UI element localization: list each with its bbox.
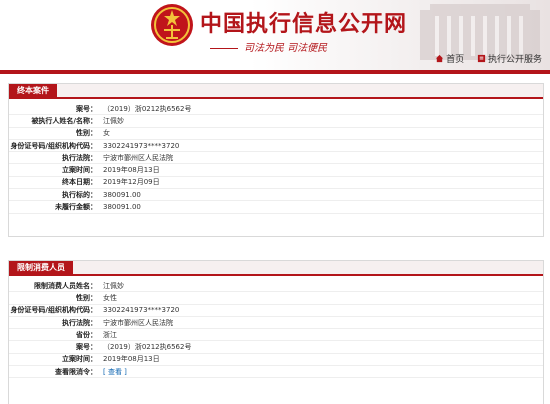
site-title: 中国执行信息公开网 [200,12,408,37]
home-link[interactable]: 首页 [435,52,464,65]
table-row: 执行法院： 宁波市鄞州区人民法院 [9,152,543,165]
field-label: 案号： [76,104,97,113]
exec-service-link[interactable]: 执行公开服务 [477,52,542,65]
home-icon [435,54,444,63]
closed-case-rows: 案号： （2019）浙0212执6562号 被执行人姓名/名称： 江佩妙 性别：女 … [9,103,543,214]
field-label: 执行法院： [62,318,97,327]
service-icon [477,54,486,63]
table-row: 身份证号码/组织机构代码： 3302241973****3720 [9,140,543,153]
table-row: 执行法院： 宁波市鄞州区人民法院 [9,317,543,330]
site-slogan: 司法为民 司法便民 [210,39,327,54]
closed-case-header: 终本案件 [9,84,543,99]
field-label: 终本日期： [62,178,97,187]
table-row: 执行标的： 380091.00 [9,189,543,202]
table-row: 案号： （2019）浙0212执6562号 [9,103,543,116]
field-value: 380091.00 [103,203,141,212]
field-label: 被执行人姓名/名称： [31,116,97,125]
field-value: 2019年08月13日 [103,355,160,364]
field-value: 2019年12月09日 [103,178,160,187]
field-label: 立案时间： [62,355,97,364]
field-value: 女 [103,129,110,138]
table-row: 案号： （2019）浙0212执6562号 [9,341,543,354]
field-label: 立案时间： [62,166,97,175]
field-value: （2019）浙0212执6562号 [103,343,192,352]
table-row: 限制消费人员姓名： 江佩妙 [9,280,543,293]
consumption-restriction-header: 限制消费人员 [9,261,543,276]
field-value: 江佩妙 [103,281,124,290]
field-value: 宁波市鄞州区人民法院 [103,153,173,162]
field-label: 省份： [76,330,97,339]
view-restriction-order-link[interactable]: [ 查看 ] [103,367,127,377]
exec-service-link-label: 执行公开服务 [487,55,542,65]
field-label: 限制消费人员姓名： [34,281,97,290]
table-row: 身份证号码/组织机构代码： 3302241973****3720 [9,305,543,317]
table-row: 查看限消令： [ 查看 ] [9,366,543,379]
closed-case-title: 终本案件 [9,84,57,97]
view-link[interactable]: [ 查看 ] [103,368,127,376]
field-value: 女性 [103,293,117,302]
field-value: 浙江 [103,330,117,339]
field-value: 3302241973****3720 [103,306,180,315]
table-row: 性别： 女性 [9,292,543,305]
field-label: 身份证号码/组织机构代码： [10,141,97,150]
table-row: 终本日期： 2019年12月09日 [9,177,543,190]
top-links: 首页 执行公开服务 [425,52,542,66]
field-value: （2019）浙0212执6562号 [103,104,192,113]
consumption-restriction-title: 限制消费人员 [9,261,73,274]
field-label: 性别： [76,293,97,302]
field-label: 案号： [76,343,97,352]
table-row: 未履行金额： 380091.00 [9,201,543,214]
closed-case-section: 终本案件 案号： （2019）浙0212执6562号 被执行人姓名/名称： 江佩妙 … [8,83,544,237]
site-header: 中国执行信息公开网 司法为民 司法便民 首页 执行公开服务 [0,0,550,70]
field-value: 3302241973****3720 [103,141,180,150]
top-nav-bar [0,70,550,74]
field-label: 执行标的： [62,190,97,199]
consumption-restriction-rows: 限制消费人员姓名： 江佩妙 性别： 女性 身份证号码/组织机构代码： 33022419… [9,280,543,379]
field-label: 查看限消令： [55,367,97,376]
field-label: 身份证号码/组织机构代码： [10,306,97,315]
field-value: 2019年08月13日 [103,166,160,175]
field-value: 宁波市鄞州区人民法院 [103,318,173,327]
home-link-label: 首页 [446,55,465,65]
slogan-line [210,47,238,49]
field-label: 未履行金额： [55,203,97,212]
field-value: 江佩妙 [103,116,124,125]
table-row: 立案时间： 2019年08月13日 [9,164,543,177]
consumption-restriction-section: 限制消费人员 限制消费人员姓名： 江佩妙 性别： 女性 身份证号码/组织机构代码： 3… [8,260,544,404]
table-row: 被执行人姓名/名称： 江佩妙 [9,115,543,128]
table-row: 省份： 浙江 [9,329,543,342]
slogan-text: 司法为民 司法便民 [244,43,328,54]
field-value: 380091.00 [103,190,141,199]
table-row: 立案时间： 2019年08月13日 [9,354,543,367]
field-label: 性别： [76,129,97,138]
court-emblem-icon [151,4,193,46]
table-row: 性别： 女 [9,128,543,140]
field-label: 执行法院： [62,153,97,162]
